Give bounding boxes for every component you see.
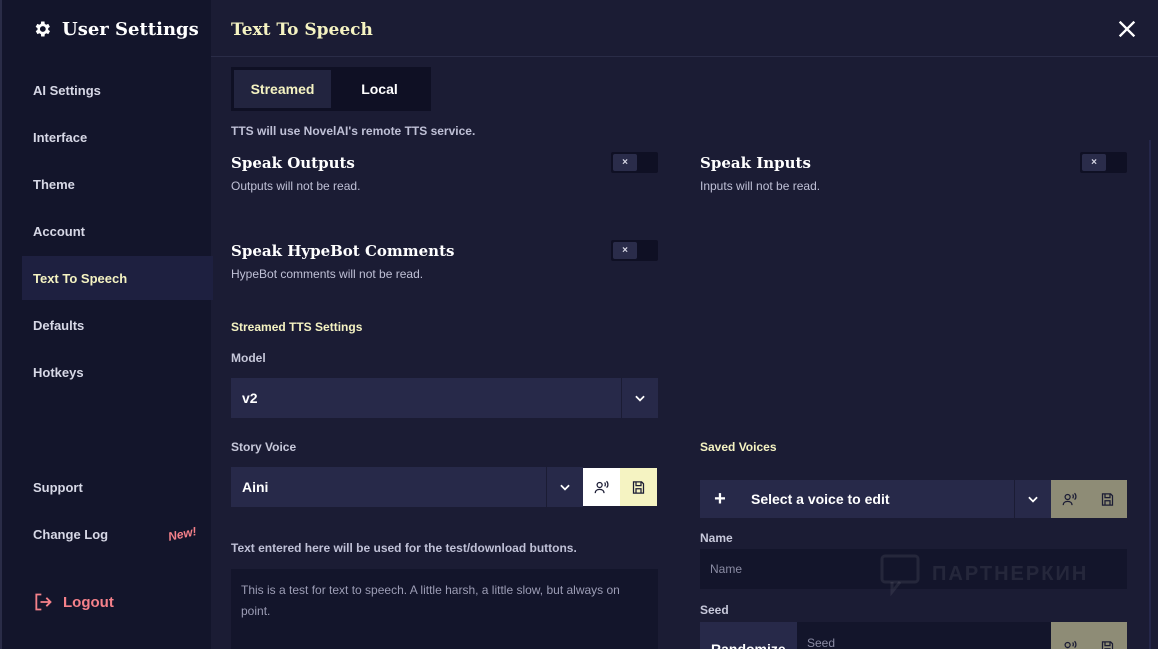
speak-voice-icon xyxy=(1062,492,1077,505)
seed-input[interactable] xyxy=(797,622,1051,649)
logout-icon xyxy=(35,593,52,611)
test-text-input[interactable]: This is a test for text to speech. A lit… xyxy=(231,569,658,649)
sidebar-item-interface[interactable]: Interface xyxy=(22,115,213,159)
model-value: v2 xyxy=(242,390,258,406)
seed-label: Seed xyxy=(700,603,729,617)
watermark-text: ПАРТНЕРКИН xyxy=(932,562,1089,585)
tab-streamed[interactable]: Streamed xyxy=(234,70,331,108)
save-icon xyxy=(1101,492,1114,506)
story-voice-label: Story Voice xyxy=(231,440,297,454)
tts-mode-tabs: Streamed Local xyxy=(231,67,431,111)
speak-outputs-toggle[interactable]: × xyxy=(611,152,658,173)
page-title: Text To Speech xyxy=(231,20,373,40)
sidebar-title: User Settings xyxy=(62,18,199,40)
streamed-settings-title: Streamed TTS Settings xyxy=(231,320,363,334)
name-label: Name xyxy=(700,531,733,545)
speak-inputs-toggle[interactable]: × xyxy=(1080,152,1127,173)
save-saved-voice-button[interactable] xyxy=(1088,480,1127,518)
save-voice-button[interactable] xyxy=(620,468,657,506)
chevron-down-icon xyxy=(621,378,658,418)
test-voice-button[interactable] xyxy=(583,468,620,506)
saved-voice-placeholder: Select a voice to edit xyxy=(751,491,890,507)
sidebar-item-support[interactable]: Support xyxy=(22,465,213,509)
sidebar-header: User Settings xyxy=(32,17,199,41)
close-button[interactable] xyxy=(1116,18,1138,40)
test-text-label: Text entered here will be used for the t… xyxy=(231,541,577,555)
logout-button[interactable]: Logout xyxy=(33,589,114,615)
speak-outputs-description: Outputs will not be read. xyxy=(231,179,361,193)
toggle-off-icon: × xyxy=(1082,154,1106,171)
speak-outputs-title: Speak Outputs xyxy=(231,154,355,172)
plus-icon: + xyxy=(714,487,726,510)
saved-voices-title: Saved Voices xyxy=(700,440,777,454)
chevron-down-icon xyxy=(546,467,583,507)
close-icon xyxy=(1118,20,1136,38)
add-voice-button[interactable]: + xyxy=(700,480,740,518)
sidebar-item-account[interactable]: Account xyxy=(22,209,213,253)
main-header: Text To Speech xyxy=(211,0,1158,57)
mode-description: TTS will use NovelAI's remote TTS servic… xyxy=(231,124,476,138)
speak-voice-icon xyxy=(594,480,609,493)
randomize-button[interactable]: Randomize xyxy=(700,622,797,649)
speak-inputs-title: Speak Inputs xyxy=(700,154,811,172)
toggle-off-icon: × xyxy=(613,154,637,171)
save-icon xyxy=(632,480,645,494)
sidebar: User Settings AI Settings Interface Them… xyxy=(0,0,213,649)
randomize-label: Randomize xyxy=(711,641,786,649)
sidebar-item-hotkeys[interactable]: Hotkeys xyxy=(22,350,213,394)
scrollbar[interactable] xyxy=(1149,140,1151,649)
logout-label: Logout xyxy=(63,593,114,611)
speak-inputs-description: Inputs will not be read. xyxy=(700,179,821,193)
watermark: ПАРТНЕРКИН xyxy=(878,552,1088,596)
save-icon xyxy=(1101,641,1114,649)
speak-hypebot-description: HypeBot comments will not be read. xyxy=(231,267,424,281)
save-seed-voice-button[interactable] xyxy=(1088,622,1127,649)
tab-local[interactable]: Local xyxy=(331,70,428,108)
story-voice-select[interactable]: Aini xyxy=(231,467,583,507)
speak-hypebot-toggle[interactable]: × xyxy=(611,240,658,261)
gear-icon xyxy=(35,21,50,37)
model-select[interactable]: v2 xyxy=(231,378,658,418)
sidebar-item-ai-settings[interactable]: AI Settings xyxy=(22,68,213,112)
sidebar-item-theme[interactable]: Theme xyxy=(22,162,213,206)
sidebar-item-text-to-speech[interactable]: Text To Speech xyxy=(22,256,213,300)
sidebar-item-defaults[interactable]: Defaults xyxy=(22,303,213,347)
toggle-off-icon: × xyxy=(613,242,637,259)
saved-voice-select[interactable]: Select a voice to edit xyxy=(740,480,1051,518)
speak-hypebot-title: Speak HypeBot Comments xyxy=(231,242,455,260)
test-seed-voice-button[interactable] xyxy=(1051,622,1088,649)
watermark-logo-icon xyxy=(880,554,920,596)
story-voice-value: Aini xyxy=(242,479,269,495)
model-label: Model xyxy=(231,351,266,365)
test-saved-voice-button[interactable] xyxy=(1051,480,1088,518)
speak-voice-icon xyxy=(1064,640,1077,649)
chevron-down-icon xyxy=(1014,480,1051,518)
